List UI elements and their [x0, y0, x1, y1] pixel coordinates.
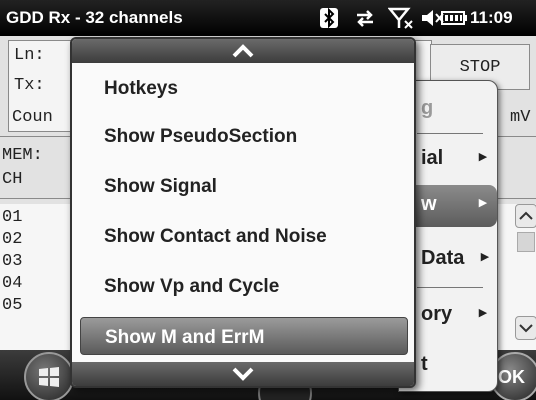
menu-scroll-down-button[interactable]	[72, 362, 414, 386]
menu-item-label: Show PseudoSection	[104, 126, 298, 147]
list-item: 02	[2, 230, 23, 249]
list-item: 03	[2, 252, 23, 271]
submenu-item-label: w	[421, 193, 437, 215]
divider	[417, 287, 483, 288]
bluetooth-icon[interactable]	[318, 6, 340, 30]
chevron-right-icon: ▸	[479, 148, 487, 165]
unit-label: mV	[510, 108, 531, 127]
menu-item-show-signal[interactable]: Show Signal	[80, 167, 408, 205]
submenu-item-label: ial	[421, 147, 444, 169]
count-label: Coun	[12, 108, 53, 127]
menu-item-show-contact-and-noise[interactable]: Show Contact and Noise	[80, 217, 408, 255]
start-button[interactable]	[24, 352, 74, 400]
ln-label: Ln:	[14, 46, 45, 65]
no-signal-icon[interactable]	[388, 6, 414, 30]
submenu-item-label: g	[421, 97, 434, 119]
app-title: GDD Rx - 32 channels	[6, 8, 183, 27]
list-item: 05	[2, 296, 23, 315]
scroll-down-button[interactable]	[515, 316, 536, 340]
mem-label: MEM:	[2, 146, 43, 165]
submenu-item-label: t	[421, 353, 428, 375]
data-sync-icon[interactable]	[352, 6, 378, 30]
chevron-up-icon	[519, 211, 533, 220]
chevron-down-icon	[519, 324, 533, 333]
stop-button-label: STOP	[459, 57, 501, 77]
chevron-down-icon	[232, 367, 254, 381]
menu-item-show-m-and-errm[interactable]: Show M and ErrM	[80, 317, 408, 355]
menu-item-label: Show Signal	[104, 176, 217, 197]
windows-logo-icon	[39, 367, 59, 387]
chevron-right-icon: ▸	[481, 248, 489, 265]
menu-item-show-vp-and-cycle[interactable]: Show Vp and Cycle	[80, 267, 408, 305]
submenu-item-label: ory	[421, 303, 453, 325]
clock: 11:09	[470, 8, 513, 27]
tx-label: Tx:	[14, 76, 45, 95]
menu-item-label: Show Vp and Cycle	[104, 276, 280, 297]
menu-item-label: Show Contact and Noise	[104, 226, 327, 247]
list-item: 01	[2, 208, 23, 227]
scroll-up-button[interactable]	[515, 204, 536, 228]
ok-button-label: OK	[498, 366, 525, 387]
battery-icon[interactable]	[440, 6, 468, 30]
menu-item-label: Show M and ErrM	[105, 327, 265, 348]
chevron-right-icon: ▸	[479, 304, 487, 321]
status-bar: GDD Rx - 32 channels 11:09	[0, 0, 536, 36]
menu-item-hotkeys[interactable]: Hotkeys	[80, 69, 408, 107]
scrollbar-thumb[interactable]	[517, 232, 535, 252]
list-item: 04	[2, 274, 23, 293]
menu-scroll-up-button[interactable]	[72, 39, 414, 63]
popup-menu: Hotkeys Show PseudoSection Show Signal S…	[70, 37, 416, 388]
submenu-item-label: Data	[421, 247, 465, 269]
ch-label: CH	[2, 170, 23, 189]
menu-item-show-pseudosection[interactable]: Show PseudoSection	[80, 117, 408, 155]
chevron-right-icon: ▸	[479, 194, 487, 211]
menu-item-label: Hotkeys	[104, 78, 178, 99]
divider	[417, 133, 483, 134]
chevron-up-icon	[232, 44, 254, 58]
